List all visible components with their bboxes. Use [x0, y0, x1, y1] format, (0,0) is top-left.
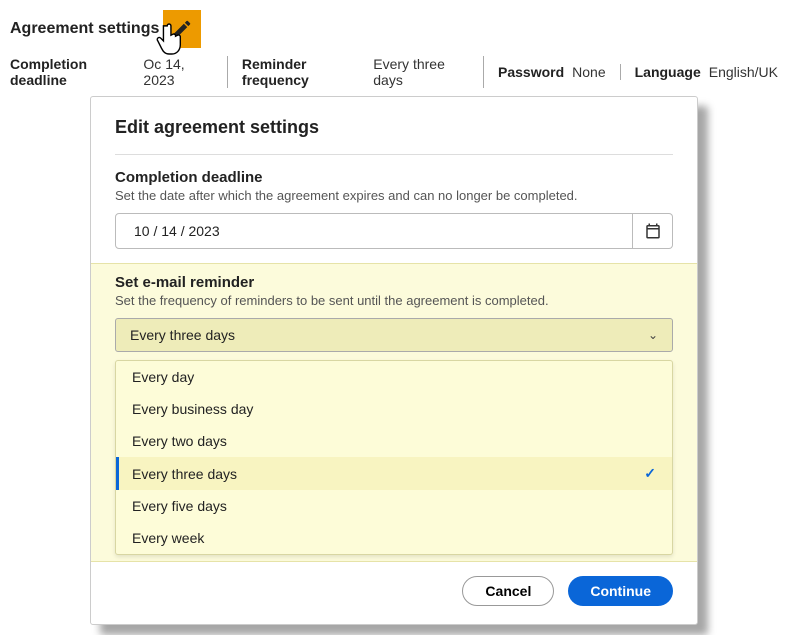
reminder-section: Set e-mail reminder Set the frequency of… — [91, 263, 697, 562]
dialog-title: Edit agreement settings — [115, 117, 673, 155]
reminder-frequency-select[interactable]: Every three days ⌄ — [115, 318, 673, 352]
cursor-hand-icon — [155, 22, 185, 56]
dropdown-item[interactable]: Every three days✓ — [116, 457, 672, 490]
page-title: Agreement settings — [10, 20, 159, 38]
dropdown-item[interactable]: Every week — [116, 522, 672, 554]
deadline-date-input[interactable]: 10 / 14 / 2023 — [115, 213, 633, 249]
password-value: None — [572, 64, 605, 80]
reminder-value: Every three days — [373, 56, 469, 88]
dropdown-item[interactable]: Every two days — [116, 425, 672, 457]
language-label: Language — [635, 64, 701, 80]
cancel-button[interactable]: Cancel — [462, 576, 554, 606]
password-label: Password — [498, 64, 564, 80]
language-value: English/UK — [709, 64, 778, 80]
calendar-icon — [644, 222, 662, 240]
dropdown-item[interactable]: Every five days — [116, 490, 672, 522]
edit-agreement-dialog: Edit agreement settings Completion deadl… — [90, 96, 698, 625]
meta-bar: Completion deadline Oc 14, 2023 Reminder… — [10, 56, 792, 88]
deadline-heading: Completion deadline — [115, 169, 673, 186]
dropdown-item[interactable]: Every business day — [116, 393, 672, 425]
calendar-button[interactable] — [633, 213, 673, 249]
deadline-value: Oc 14, 2023 — [143, 56, 212, 88]
deadline-sub: Set the date after which the agreement e… — [115, 188, 673, 203]
reminder-frequency-dropdown: Every dayEvery business dayEvery two day… — [115, 360, 673, 555]
continue-button[interactable]: Continue — [568, 576, 673, 606]
select-value: Every three days — [130, 327, 235, 343]
deadline-label: Completion deadline — [10, 56, 135, 88]
chevron-down-icon: ⌄ — [648, 328, 658, 342]
checkmark-icon: ✓ — [644, 465, 656, 482]
reminder-heading: Set e-mail reminder — [115, 274, 673, 291]
reminder-label: Reminder frequency — [242, 56, 365, 88]
dropdown-item[interactable]: Every day — [116, 361, 672, 393]
reminder-sub: Set the frequency of reminders to be sen… — [115, 293, 673, 308]
